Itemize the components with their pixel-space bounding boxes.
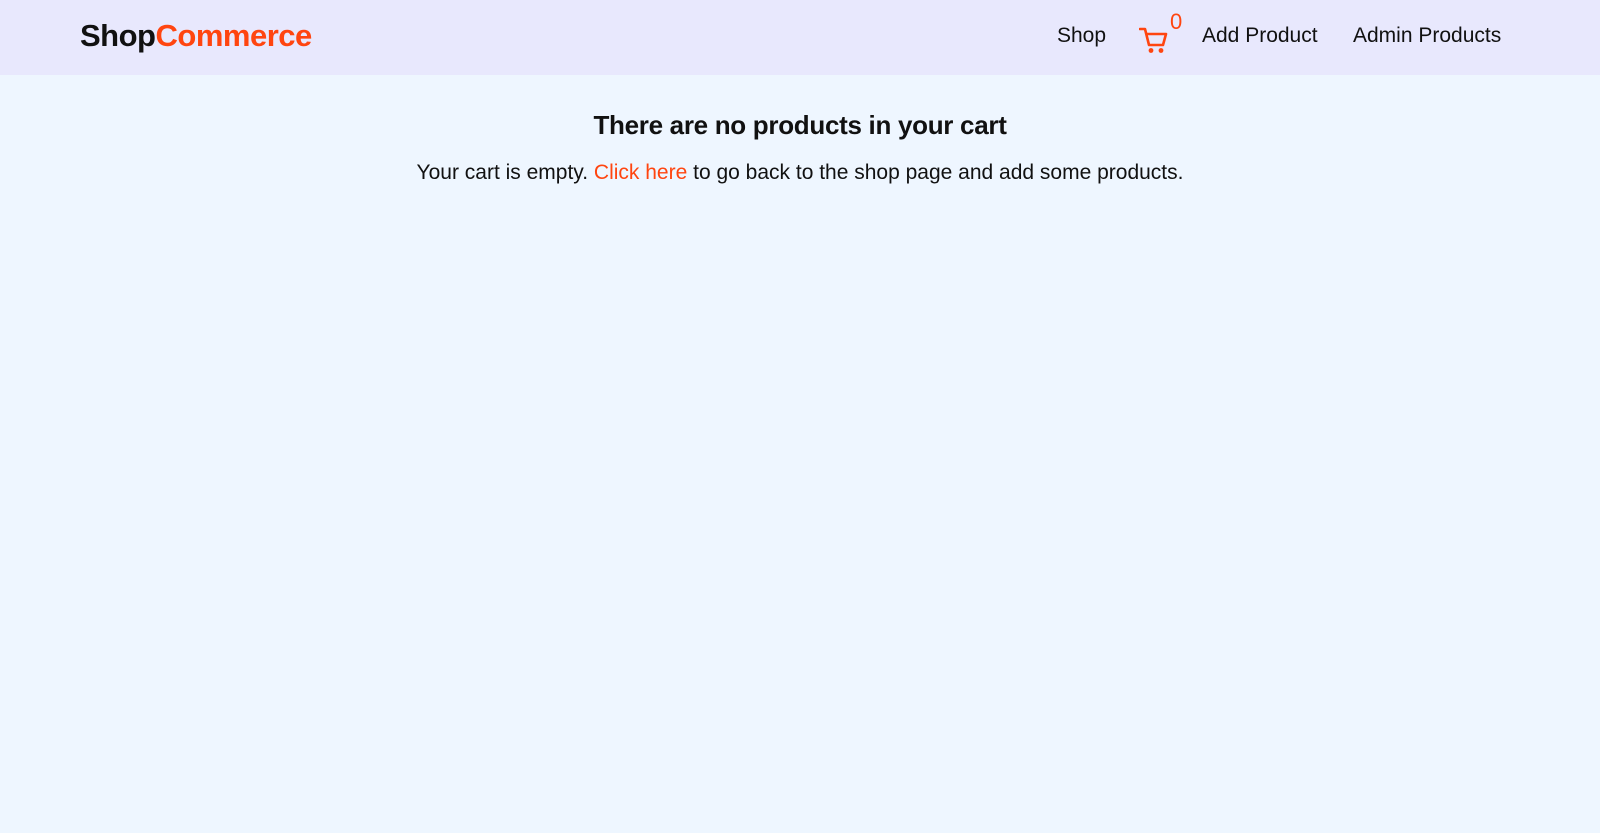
- brand-logo-part2: Commerce: [155, 18, 313, 53]
- nav-admin-products-link[interactable]: Admin Products: [1353, 24, 1501, 48]
- empty-cart-heading: There are no products in your cart: [593, 110, 1007, 140]
- brand-logo-part1: Shop: [80, 18, 156, 53]
- cart-link[interactable]: 0: [1139, 11, 1182, 56]
- back-to-shop-link[interactable]: Click here: [594, 161, 687, 184]
- empty-cart-message: Your cart is empty. Click here to go bac…: [0, 161, 1600, 185]
- message-suffix: to go back to the shop page and add some…: [687, 161, 1184, 184]
- cart-content: There are no products in your cart Your …: [0, 75, 1600, 185]
- brand-logo[interactable]: ShopCommerce: [80, 18, 312, 54]
- nav-shop-link[interactable]: Shop: [1057, 24, 1106, 48]
- navbar: ShopCommerce Shop 0 Add Product Admin Pr…: [0, 0, 1600, 75]
- shopping-cart-icon: [1139, 27, 1168, 53]
- nav-add-product-link[interactable]: Add Product: [1202, 24, 1318, 48]
- message-prefix: Your cart is empty.: [416, 161, 594, 184]
- cart-count-badge: 0: [1170, 9, 1183, 34]
